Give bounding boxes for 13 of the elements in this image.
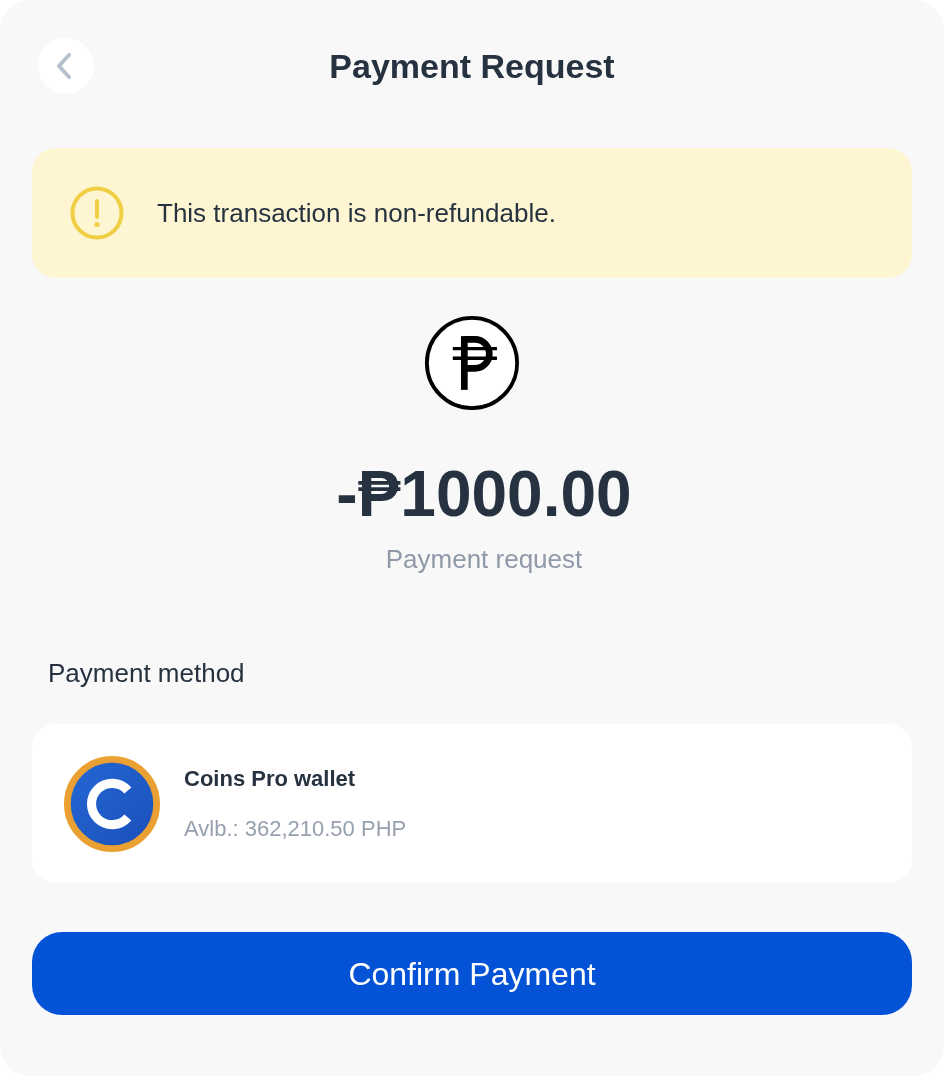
warning-text: This transaction is non-refundable. xyxy=(157,197,556,229)
chevron-left-icon xyxy=(56,53,72,79)
amount-text: -₱1000.00 xyxy=(336,462,632,526)
confirm-payment-button[interactable]: Confirm Payment xyxy=(32,932,912,1015)
section-heading: Payment method xyxy=(47,657,245,689)
amount-caption: Payment request xyxy=(385,543,583,575)
coin-logo-icon xyxy=(64,755,160,852)
wallet-name: Coins Pro wallet xyxy=(184,765,357,793)
screen-title: Payment Request xyxy=(329,46,615,86)
peso-coin-icon xyxy=(424,315,520,411)
wallet-balance: Avlb.: 362,210.50 PHP xyxy=(184,815,407,843)
wallet-card[interactable]: Coins Pro wallet Avlb.: 362,210.50 PHP xyxy=(32,724,912,883)
warning-icon xyxy=(70,186,124,240)
